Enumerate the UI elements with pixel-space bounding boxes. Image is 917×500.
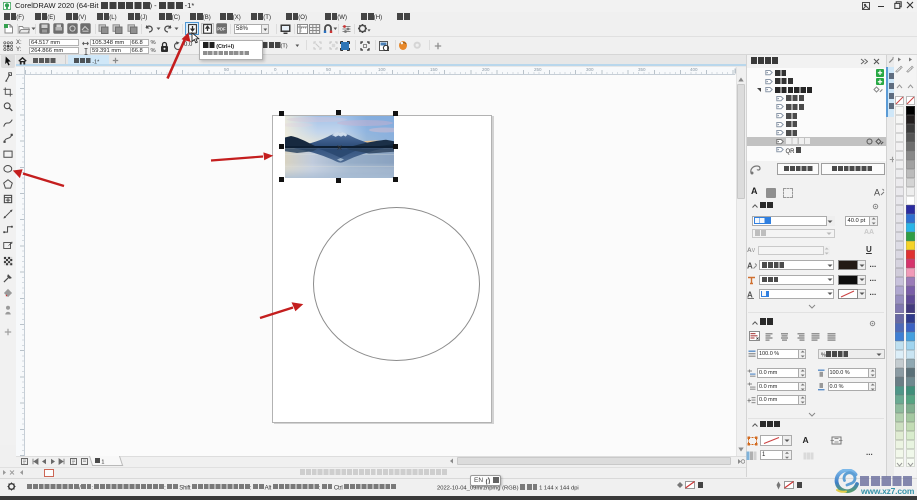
svg-text:A: A xyxy=(874,188,880,198)
svg-text:A: A xyxy=(747,290,753,299)
svg-text:A: A xyxy=(747,262,753,271)
svg-text:PDF: PDF xyxy=(217,27,226,32)
